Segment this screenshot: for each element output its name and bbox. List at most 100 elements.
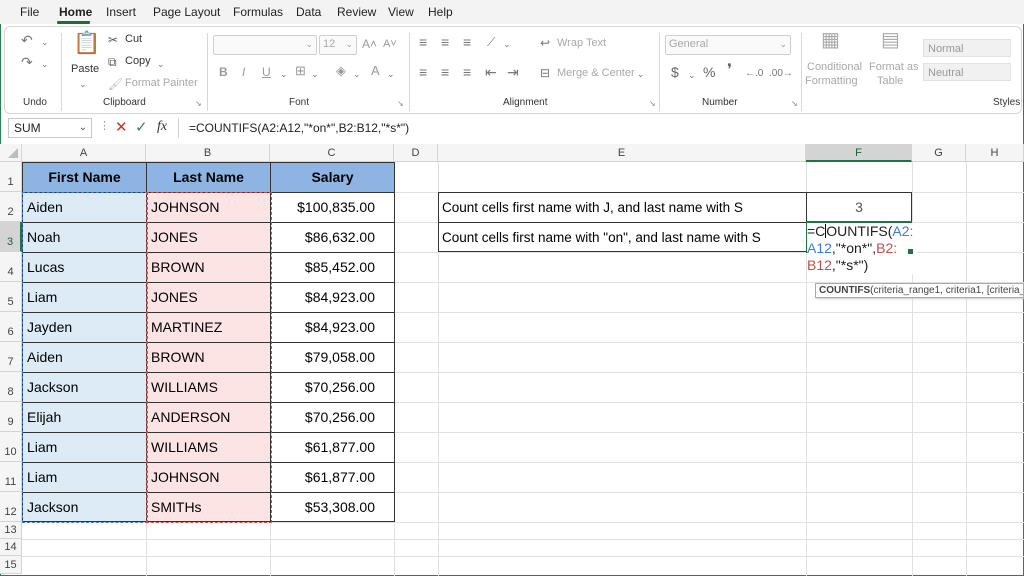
col-header-h[interactable]: H <box>966 144 1024 162</box>
salary-cell[interactable]: $84,923.00 <box>270 282 395 313</box>
first-name-cell[interactable]: Liam <box>22 282 147 313</box>
last-name-cell[interactable]: MARTINEZ <box>146 312 271 343</box>
italic-icon[interactable]: I <box>242 65 245 79</box>
header-first-name[interactable]: First Name <box>22 162 147 193</box>
salary-cell[interactable]: $61,877.00 <box>270 462 395 493</box>
bold-icon[interactable]: B <box>219 65 228 79</box>
header-last-name[interactable]: Last Name <box>146 162 271 193</box>
number-format-dropdown[interactable]: General ⌄ <box>665 35 791 55</box>
col-header-a[interactable]: A <box>22 144 146 162</box>
cut-button[interactable]: Cut <box>125 33 142 45</box>
copy-dropdown-icon[interactable]: ⌄ <box>157 57 165 71</box>
conditional-formatting-label-2[interactable]: Formatting <box>805 75 858 87</box>
first-name-cell[interactable]: Liam <box>22 432 147 463</box>
bottom-align-icon[interactable]: ≡ <box>463 35 471 49</box>
style-normal[interactable]: Normal <box>923 39 1011 57</box>
copy-icon[interactable]: ⧉ <box>108 55 117 69</box>
middle-align-icon[interactable]: ≡ <box>441 35 449 49</box>
formula-input[interactable]: =COUNTIFS(A2:A12,"*on*",B2:B12,"*s*") <box>178 118 1021 138</box>
style-neutral[interactable]: Neutral <box>923 63 1011 81</box>
format-as-table-label-1[interactable]: Format as <box>869 61 919 73</box>
col-header-d[interactable]: D <box>394 144 438 162</box>
decrease-font-icon[interactable]: A˅ <box>383 37 397 51</box>
row-header[interactable]: 6 <box>0 312 22 342</box>
col-header-f[interactable]: F <box>806 144 912 162</box>
last-name-cell[interactable]: BROWN <box>146 342 271 373</box>
row-header[interactable]: 1 <box>0 162 22 192</box>
menu-review[interactable]: Review <box>337 5 376 19</box>
name-box[interactable]: SUM ⌄ <box>8 118 92 138</box>
wrap-text-button[interactable]: Wrap Text <box>557 37 606 49</box>
first-name-cell[interactable]: Jayden <box>22 312 147 343</box>
decrease-indent-icon[interactable]: ⇤ <box>485 65 497 79</box>
format-painter-icon[interactable]: 🖌 <box>108 77 123 91</box>
paste-dropdown-icon[interactable]: ⌄ <box>79 77 87 91</box>
cancel-icon[interactable]: ✕ <box>115 118 128 136</box>
underline-icon[interactable]: U <box>262 65 271 79</box>
top-align-icon[interactable]: ≡ <box>419 35 427 49</box>
first-name-cell[interactable]: Elijah <box>22 402 147 433</box>
menu-home[interactable]: Home <box>59 5 92 19</box>
decrease-decimal-icon[interactable]: .00→ <box>769 67 793 81</box>
fill-handle[interactable] <box>908 249 913 254</box>
merge-center-icon[interactable]: ⊟ <box>540 66 550 80</box>
font-color-icon[interactable]: A <box>371 64 380 78</box>
answer-1-cell[interactable]: 3 <box>806 192 912 223</box>
copy-button[interactable]: Copy <box>125 55 151 67</box>
redo-icon[interactable]: ↷ <box>21 55 33 69</box>
borders-dropdown-icon[interactable]: ⌄ <box>311 67 319 81</box>
first-name-cell[interactable]: Lucas <box>22 252 147 283</box>
format-as-table-label-2[interactable]: Table <box>877 75 903 87</box>
menu-formulas[interactable]: Formulas <box>233 5 283 19</box>
row-header[interactable]: 8 <box>0 372 22 402</box>
underline-dropdown-icon[interactable]: ⌄ <box>280 67 288 81</box>
salary-cell[interactable]: $70,256.00 <box>270 372 395 403</box>
orientation-dropdown-icon[interactable]: ⌄ <box>503 37 511 51</box>
format-as-table-icon[interactable]: ▤ <box>881 30 900 50</box>
first-name-cell[interactable]: Jackson <box>22 492 147 522</box>
font-name-dropdown[interactable]: ⌄ <box>213 35 317 55</box>
merge-dropdown-icon[interactable]: ⌄ <box>637 67 645 81</box>
menu-view[interactable]: View <box>388 5 414 19</box>
row-header[interactable]: 13 <box>0 522 22 539</box>
row-header[interactable]: 9 <box>0 402 22 432</box>
salary-cell[interactable]: $100,835.00 <box>270 192 395 223</box>
wrap-text-icon[interactable]: ↩ <box>540 36 550 50</box>
align-right-icon[interactable]: ≡ <box>463 65 471 79</box>
enter-icon[interactable]: ✓ <box>135 118 148 136</box>
borders-icon[interactable]: ⊞ <box>295 64 306 78</box>
fill-color-icon[interactable]: ◈ <box>336 64 346 78</box>
first-name-cell[interactable]: Jackson <box>22 372 147 403</box>
font-color-dropdown-icon[interactable]: ⌄ <box>387 67 395 81</box>
paste-button[interactable]: Paste <box>71 63 99 75</box>
menu-page-layout[interactable]: Page Layout <box>153 5 220 19</box>
redo-dropdown-icon[interactable]: ⌄ <box>41 57 49 71</box>
menu-insert[interactable]: Insert <box>106 5 136 19</box>
last-name-cell[interactable]: JOHNSON <box>146 192 271 223</box>
increase-decimal-icon[interactable]: ←.0 <box>745 67 763 81</box>
menu-help[interactable]: Help <box>428 5 453 19</box>
cell-edit-formula[interactable]: =COUNTIFS(A2: A12,"*on*",B2: B12,"*s*") <box>807 223 917 274</box>
select-all-corner[interactable] <box>0 144 22 162</box>
row-header[interactable]: 10 <box>0 432 22 462</box>
menu-file[interactable]: File <box>20 5 39 19</box>
align-left-icon[interactable]: ≡ <box>419 65 427 79</box>
chevron-down-icon[interactable]: ⌄ <box>79 119 87 137</box>
last-name-cell[interactable]: JOHNSON <box>146 462 271 493</box>
row-header-selected[interactable]: 3 <box>0 222 22 252</box>
question-2-cell[interactable]: Count cells first name with "on", and la… <box>438 222 807 252</box>
row-header[interactable]: 4 <box>0 252 22 282</box>
salary-cell[interactable]: $53,308.00 <box>270 492 395 522</box>
last-name-cell[interactable]: SMITHs <box>146 492 271 522</box>
undo-icon[interactable]: ↶ <box>21 33 33 47</box>
row-header[interactable]: 11 <box>0 462 22 492</box>
row-header[interactable]: 14 <box>0 539 22 556</box>
cut-icon[interactable]: ✂ <box>108 33 118 47</box>
clipboard-dialog-launcher-icon[interactable]: ↘ <box>195 99 202 108</box>
salary-cell[interactable]: $79,058.00 <box>270 342 395 373</box>
format-painter-button[interactable]: Format Painter <box>125 77 198 89</box>
paste-icon[interactable]: 📋 <box>73 31 100 55</box>
align-center-icon[interactable]: ≡ <box>441 65 449 79</box>
menu-data[interactable]: Data <box>296 5 321 19</box>
alignment-dialog-launcher-icon[interactable]: ↘ <box>649 99 656 108</box>
